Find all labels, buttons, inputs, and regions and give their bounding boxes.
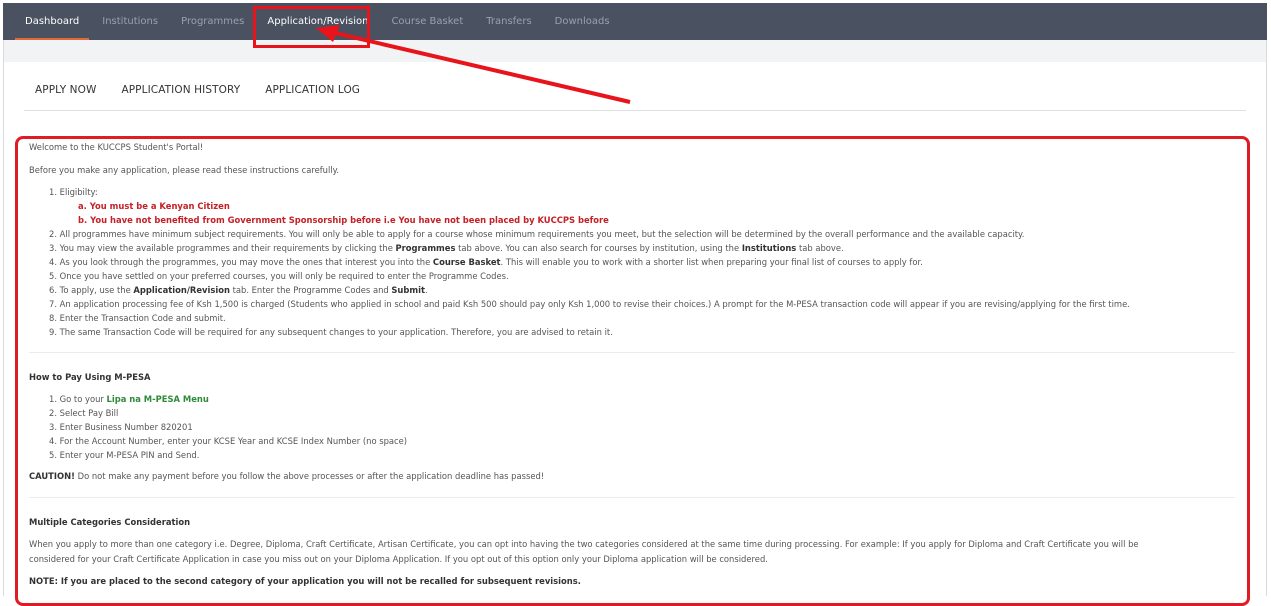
before-text: Before you make any application, please … — [29, 165, 340, 175]
instruction-6: 6. To apply, use the Application/Revisio… — [49, 285, 428, 295]
lipa-na-mpesa-link[interactable]: Lipa na M-PESA Menu — [107, 394, 209, 404]
mpesa-step-5: 5. Enter your M-PESA PIN and Send. — [49, 450, 200, 460]
mpesa-step-3: 3. Enter Business Number 820201 — [49, 422, 193, 432]
instruction-1: 1. Eligibilty: — [49, 187, 98, 197]
instruction-9: 9. The same Transaction Code will be req… — [49, 327, 613, 337]
institutions-emphasis: Institutions — [741, 243, 797, 253]
multiple-categories-heading: Multiple Categories Consideration — [29, 517, 191, 527]
annotation-arrow-icon — [316, 25, 631, 104]
caution-label: CAUTION! — [29, 471, 75, 481]
subtabs: APPLY NOW APPLICATION HISTORY APPLICATIO… — [35, 84, 385, 96]
tab-application-history[interactable]: APPLICATION HISTORY — [121, 84, 240, 96]
tab-application-log[interactable]: APPLICATION LOG — [265, 84, 360, 96]
caution-text: CAUTION! Do not make any payment before … — [29, 471, 544, 481]
instruction-4: 4. As you look through the programmes, y… — [49, 257, 923, 267]
instruction-6-post: . — [424, 285, 428, 295]
mpesa-step-1: 1. Go to your Lipa na M-PESA Menu — [49, 394, 209, 404]
welcome-text: Welcome to the KUCCPS Student's Portal! — [29, 142, 204, 152]
instruction-4-post: . This will enable you to work with a sh… — [500, 257, 923, 267]
instruction-5: 5. Once you have settled on your preferr… — [49, 271, 509, 281]
instruction-3-post: tab above. — [796, 243, 844, 253]
instruction-6-pre: 6. To apply, use the — [49, 285, 134, 295]
instruction-8: 8. Enter the Transaction Code and submit… — [49, 313, 226, 323]
application-revision-emphasis: Application/Revision — [133, 285, 230, 295]
caution-body: Do not make any payment before you follo… — [74, 471, 545, 481]
section-divider-2 — [29, 497, 1235, 498]
instruction-6-mid: tab. Enter the Programme Codes and — [229, 285, 392, 295]
multiple-categories-line-1: When you apply to more than one category… — [29, 539, 1139, 549]
frame-border-left — [3, 40, 4, 596]
mpesa-step-2: 2. Select Pay Bill — [49, 408, 119, 418]
instruction-1a: a. You must be a Kenyan Citizen — [78, 201, 230, 211]
instruction-1b: b. You have not benefited from Governmen… — [78, 215, 609, 225]
instruction-3: 3. You may view the available programmes… — [49, 243, 844, 253]
mpesa-step-4: 4. For the Account Number, enter your KC… — [49, 436, 408, 446]
course-basket-emphasis: Course Basket — [432, 257, 501, 267]
instruction-3-pre: 3. You may view the available programmes… — [49, 243, 396, 253]
instruction-4-pre: 4. As you look through the programmes, y… — [49, 257, 433, 267]
multiple-categories-line-2: considered for your Craft Certificate Ap… — [29, 554, 768, 564]
mpesa-heading: How to Pay Using M-PESA — [29, 372, 151, 382]
instruction-7: 7. An application processing fee of Ksh … — [49, 299, 1130, 309]
tab-apply-now[interactable]: APPLY NOW — [35, 84, 96, 96]
instruction-3-mid: tab above. You can also search for cours… — [455, 243, 742, 253]
submit-emphasis: Submit — [391, 285, 425, 295]
multiple-categories-note: NOTE: If you are placed to the second ca… — [29, 576, 581, 586]
subtabs-divider — [24, 110, 1246, 111]
section-divider-1 — [29, 352, 1235, 353]
frame-border-right — [1266, 40, 1267, 596]
programmes-emphasis: Programmes — [395, 243, 456, 253]
instruction-2: 2. All programmes have minimum subject r… — [49, 229, 1025, 239]
mpesa-step-1-pre: 1. Go to your — [49, 394, 107, 404]
